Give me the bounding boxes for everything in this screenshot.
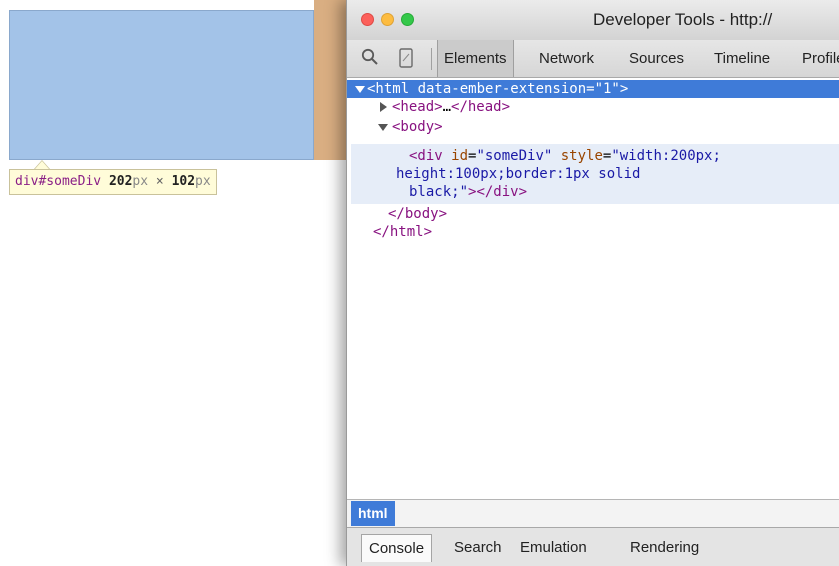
div-attr-id: id <box>451 148 469 164</box>
element-highlight-overlay <box>9 10 314 160</box>
expand-head-toggle-icon[interactable] <box>380 102 387 112</box>
dom-node-head[interactable]: <head>…</head> <box>392 99 510 115</box>
window-titlebar[interactable]: Developer Tools - http:// <box>347 0 839 40</box>
toolbar-separator <box>431 48 432 70</box>
div-attr-id-value: "someDiv" <box>476 148 553 164</box>
tooltip-id: #someDiv <box>38 174 102 189</box>
inspected-page: div#someDiv 202px × 102px <box>0 0 354 566</box>
dom-node-body-close[interactable]: </body> <box>388 206 447 222</box>
div-style-value-2: height:100px;border:1px solid <box>396 166 641 182</box>
devtools-window: Developer Tools - http:// Elements Netwo… <box>346 0 839 566</box>
close-window-button[interactable] <box>361 13 374 26</box>
tooltip-tag: div <box>15 174 39 189</box>
tab-sources[interactable]: Sources <box>623 40 690 77</box>
head-close-tag: </head> <box>451 99 511 115</box>
dom-node-html-close[interactable]: </html> <box>373 224 432 240</box>
devtools-toolbar: Elements Network Sources Timeline Profil… <box>347 40 839 78</box>
tab-elements[interactable]: Elements <box>437 40 514 77</box>
dom-node-div-line-3: black;"></div> <box>409 184 527 200</box>
drawer-tab-emulation[interactable]: Emulation <box>513 534 594 562</box>
expand-html-toggle-icon[interactable] <box>355 86 365 93</box>
div-attr-style: style <box>560 148 603 164</box>
tooltip-arrow-fill <box>35 161 49 169</box>
tooltip-height-unit: px <box>195 174 211 189</box>
window-title: Developer Tools - http:// <box>593 10 773 29</box>
tab-network[interactable]: Network <box>533 40 600 77</box>
tooltip-width: 202 <box>108 174 133 189</box>
tooltip-separator: × <box>155 174 164 189</box>
tooltip-height: 102 <box>171 174 196 189</box>
minimize-window-button[interactable] <box>381 13 394 26</box>
drawer-tabbar: Console Search Emulation Rendering <box>347 527 839 566</box>
dom-node-html[interactable]: <html data-ember-extension="1"> <box>367 81 628 97</box>
drawer-tab-search[interactable]: Search <box>447 534 509 562</box>
tooltip-width-unit: px <box>132 174 149 189</box>
div-style-value-1: "width:200px; <box>611 148 721 164</box>
breadcrumb: html <box>347 499 839 527</box>
drawer-tab-console[interactable]: Console <box>361 534 433 562</box>
device-mode-icon[interactable] <box>399 48 413 68</box>
element-size-tooltip: div#someDiv 202px × 102px <box>9 169 217 195</box>
dom-tree: <html data-ember-extension="1"> <head>…<… <box>347 78 839 498</box>
drawer-tab-rendering[interactable]: Rendering <box>623 534 706 562</box>
zoom-window-button[interactable] <box>401 13 414 26</box>
expand-body-toggle-icon[interactable] <box>378 124 388 131</box>
tab-profiles[interactable]: Profiles <box>796 40 839 77</box>
search-icon[interactable] <box>361 48 379 66</box>
breadcrumb-item-html[interactable]: html <box>351 501 395 526</box>
head-open-tag: <head> <box>392 99 443 115</box>
div-open-tag: <div <box>409 148 443 164</box>
div-close-tag: ></div> <box>468 184 528 200</box>
div-style-value-3: black;" <box>409 184 469 200</box>
dom-node-div-line-1[interactable]: <div id="someDiv" style="width:200px; <box>409 148 721 164</box>
dom-node-body[interactable]: <body> <box>392 119 443 135</box>
head-ellipsis: … <box>442 99 452 115</box>
tab-timeline[interactable]: Timeline <box>708 40 776 77</box>
